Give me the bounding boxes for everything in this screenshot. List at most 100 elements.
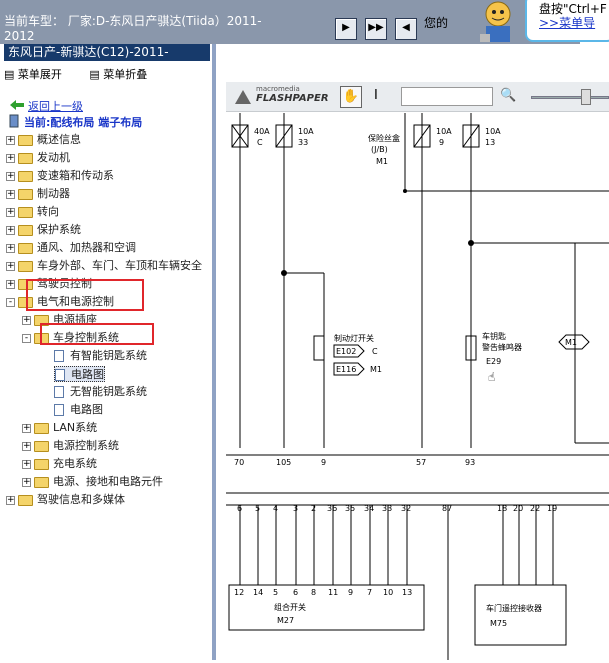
expand-icon[interactable]: + bbox=[6, 261, 15, 271]
expand-icon[interactable]: + bbox=[6, 171, 15, 181]
tree-item[interactable]: + LAN系统 bbox=[22, 420, 97, 436]
brand-top: macromedia bbox=[256, 85, 300, 93]
expand-icon[interactable]: + bbox=[6, 207, 15, 217]
text-select-icon[interactable]: I bbox=[374, 88, 378, 103]
tree-item[interactable]: + 充电系统 bbox=[22, 456, 97, 472]
tree-item[interactable]: 电路图 bbox=[54, 366, 105, 382]
fuse-id: C bbox=[257, 138, 263, 147]
tree-item[interactable]: + 变速箱和传动系 bbox=[6, 168, 114, 184]
help-line: 盘按"Ctrl+F bbox=[539, 2, 607, 16]
pin-number: 105 bbox=[276, 458, 291, 467]
fuse-box-connector: M1 bbox=[376, 157, 388, 166]
tree-item[interactable]: + 保护系统 bbox=[6, 222, 81, 238]
receiver-connector: M75 bbox=[490, 619, 507, 628]
tree-item[interactable]: + 电源、接地和电路元件 bbox=[22, 474, 163, 490]
folder-icon bbox=[18, 242, 33, 254]
tree-item-label: 车身外部、车门、车顶和车辆安全 bbox=[37, 259, 202, 272]
pin-number: 36 bbox=[327, 504, 337, 513]
pin-number: 87 bbox=[442, 504, 452, 513]
tree-item[interactable]: + 驾驶信息和多媒体 bbox=[6, 492, 125, 508]
collapse-icon[interactable]: - bbox=[22, 333, 31, 343]
expand-icon[interactable]: + bbox=[22, 441, 31, 451]
receiver-label: 车门遥控接收器 bbox=[486, 603, 542, 613]
zoom-slider[interactable] bbox=[531, 96, 609, 99]
key-connector: E29 bbox=[486, 357, 501, 366]
tree-item[interactable]: + 概述信息 bbox=[6, 132, 81, 148]
folder-icon bbox=[18, 260, 33, 272]
expand-icon[interactable]: + bbox=[6, 495, 15, 505]
brand: FLASHPAPER bbox=[256, 93, 329, 104]
tree-item[interactable]: + 车身外部、车门、车顶和车辆安全 bbox=[6, 258, 202, 274]
expand-icon[interactable]: + bbox=[6, 135, 15, 145]
tree-item[interactable]: 无智能钥匙系统 bbox=[54, 384, 147, 400]
hint-text: 您的 bbox=[424, 16, 449, 30]
fuse-id: 33 bbox=[298, 138, 308, 147]
zoom-slider-handle[interactable] bbox=[581, 89, 591, 105]
hand-tool-icon[interactable]: ✋ bbox=[340, 86, 362, 108]
tree-item[interactable]: + 电源控制系统 bbox=[22, 438, 119, 454]
expand-icon[interactable]: + bbox=[22, 315, 31, 325]
switch-label: 制动灯开关 bbox=[334, 333, 374, 343]
page-icon bbox=[54, 404, 64, 416]
pin-number: 11 bbox=[328, 588, 338, 597]
tree-item-label: 驾驶信息和多媒体 bbox=[37, 493, 125, 506]
folder-icon bbox=[18, 134, 33, 146]
pin-number: 20 bbox=[513, 504, 523, 513]
search-input[interactable] bbox=[401, 87, 493, 106]
expand-icon[interactable]: + bbox=[22, 423, 31, 433]
skip-icon: ▶▶ bbox=[368, 22, 384, 33]
pin-number: 8 bbox=[311, 588, 316, 597]
expand-icon[interactable]: + bbox=[6, 189, 15, 199]
skip-button[interactable]: ▶▶ bbox=[365, 18, 387, 40]
current-location: 当前:配线布局 端子布局 bbox=[24, 116, 143, 129]
play-button[interactable]: ▶ bbox=[335, 18, 357, 40]
fuse-box-code: (J/B) bbox=[371, 145, 388, 154]
switch-connector: E116 bbox=[336, 365, 356, 374]
menu-link[interactable]: >>菜单导 bbox=[539, 16, 609, 30]
back-arrow-icon[interactable] bbox=[9, 99, 25, 111]
combo-switch-label: 组合开关 bbox=[274, 602, 306, 612]
expand-icon[interactable]: + bbox=[22, 477, 31, 487]
expand-icon[interactable]: + bbox=[6, 153, 15, 163]
play-icon: ▶ bbox=[342, 22, 350, 33]
wiring-diagram: 40A C 10A 33 10A 9 10A 13 保险丝盒 (J/B) M1 … bbox=[226, 113, 609, 660]
tree-item-label: 充电系统 bbox=[53, 457, 97, 470]
expand-icon[interactable]: + bbox=[6, 243, 15, 253]
tree-item[interactable]: + 制动器 bbox=[6, 186, 70, 202]
tree-item[interactable]: 电路图 bbox=[54, 402, 103, 418]
expand-menu-button[interactable]: ▤ 菜单展开 bbox=[4, 66, 74, 82]
car-model: 东风日产-新骐达(C12)-2011- bbox=[4, 44, 210, 61]
prev-button[interactable]: ◀ bbox=[395, 18, 417, 40]
collapse-menu-button[interactable]: ▤ 菜单折叠 bbox=[89, 66, 159, 82]
tree-item[interactable]: + 通风、加热器和空调 bbox=[6, 240, 136, 256]
search-icon[interactable]: 🔍 bbox=[500, 88, 516, 103]
pin-number: 10 bbox=[383, 588, 393, 597]
prev-icon: ◀ bbox=[402, 22, 410, 33]
expand-icon[interactable]: + bbox=[22, 459, 31, 469]
pin-number: 12 bbox=[234, 588, 244, 597]
expand-label: 菜单展开 bbox=[17, 68, 62, 81]
folder-icon bbox=[18, 206, 33, 218]
key-label: 车钥匙 bbox=[482, 331, 506, 341]
expand-icon[interactable]: + bbox=[6, 279, 15, 289]
tree-item-label: 转向 bbox=[37, 205, 59, 218]
tree-item[interactable]: 有智能钥匙系统 bbox=[54, 348, 147, 364]
folder-icon bbox=[34, 476, 49, 488]
pin-number: 6 bbox=[237, 504, 242, 513]
flashpaper-logo-icon bbox=[235, 90, 251, 104]
tree-item-label: 保护系统 bbox=[37, 223, 81, 236]
pin-number: 35 bbox=[345, 504, 355, 513]
page-icon bbox=[54, 350, 64, 362]
collapse-icon[interactable]: - bbox=[6, 297, 15, 307]
top-bar: 当前车型： 厂家:D-东风日产骐达(Tiida）2011-2012 ▶ ▶▶ ◀… bbox=[0, 0, 609, 44]
tree-item-label: 发动机 bbox=[37, 151, 70, 164]
tree-item[interactable]: + 发动机 bbox=[6, 150, 70, 166]
folder-icon bbox=[34, 422, 49, 434]
tree-item[interactable]: + 转向 bbox=[6, 204, 59, 220]
pin-number: 18 bbox=[497, 504, 507, 513]
expand-icon[interactable]: + bbox=[6, 225, 15, 235]
pin-number: 3 bbox=[293, 504, 298, 513]
fuse-amp: 10A bbox=[436, 127, 452, 136]
pin-number: 7 bbox=[367, 588, 372, 597]
tree-item-label: 电源控制系统 bbox=[53, 439, 119, 452]
